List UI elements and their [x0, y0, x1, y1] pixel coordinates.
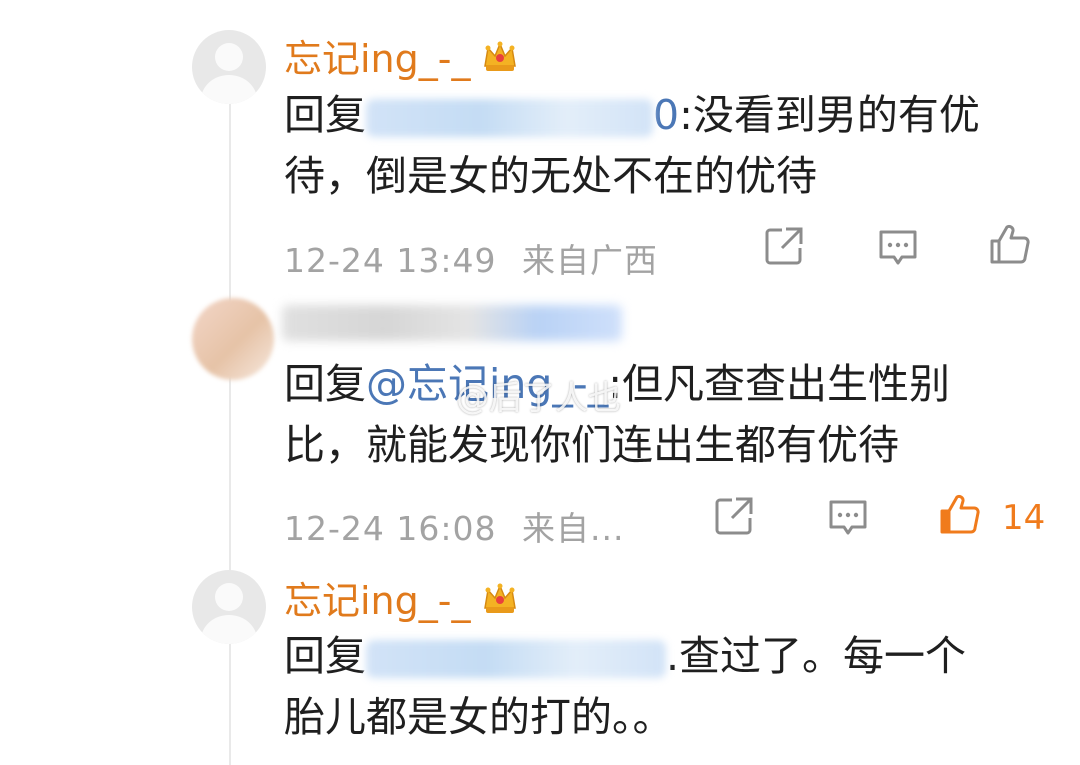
comment-header: 忘记ing_-_ — [284, 28, 520, 83]
reply-mention[interactable]: 0 — [653, 91, 679, 139]
username[interactable]: 忘记ing_-_ — [284, 28, 470, 83]
timestamp: 12-24 16:08 — [284, 509, 497, 548]
comment-line: 回复 .查过了。每一个 — [284, 626, 966, 687]
location: 来自... — [521, 509, 625, 548]
avatar-blurred[interactable] — [192, 298, 274, 380]
comment-meta: 12-24 13:49 来自广西 — [284, 234, 658, 282]
comment-text: 回复 .查过了。每一个 胎儿都是女的打的。。 — [284, 626, 966, 748]
avatar[interactable] — [192, 30, 266, 104]
comment-header: 忘记ing_-_ — [284, 570, 520, 625]
comment-text-line1: :但凡查查出生性别 — [608, 360, 951, 408]
comment-text-line2: 比，就能发现你们连出生都有优待 — [284, 421, 899, 469]
avatar[interactable] — [192, 570, 266, 644]
comment-text-line1: .查过了。每一个 — [666, 632, 967, 680]
comment-icon[interactable] — [876, 226, 920, 270]
location: 来自广西 — [521, 241, 658, 280]
reply-prefix: 回复 — [284, 360, 366, 408]
blurred-mention[interactable] — [366, 99, 653, 137]
thumb-up-icon[interactable] — [988, 222, 1032, 266]
comment-line: 回复 0:没看到男的有优 — [284, 85, 980, 146]
comment-text-line1: :没看到男的有优 — [679, 91, 980, 139]
timestamp: 12-24 13:49 — [284, 241, 497, 280]
comment-text-line2: 待，倒是女的无处不在的优待 — [284, 152, 817, 200]
share-icon[interactable] — [712, 494, 756, 538]
comment-text-line2: 胎儿都是女的打的。。 — [284, 693, 674, 741]
thumb-up-icon[interactable] — [938, 492, 982, 536]
like-count: 14 — [1002, 498, 1046, 538]
crown-badge-icon — [484, 583, 517, 613]
watermark: @后了人也 — [456, 378, 621, 417]
crown-badge-icon — [484, 41, 517, 71]
comment-text: 回复 0:没看到男的有优 待，倒是女的无处不在的优待 — [284, 85, 980, 207]
thread-line — [229, 100, 231, 765]
share-icon[interactable] — [762, 224, 806, 268]
reply-prefix: 回复 — [284, 632, 366, 680]
blurred-username[interactable] — [282, 305, 622, 341]
blurred-mention[interactable] — [366, 640, 666, 678]
username[interactable]: 忘记ing_-_ — [284, 570, 470, 625]
comment-icon[interactable] — [826, 496, 870, 540]
comment-meta: 12-24 16:08 来自... — [284, 502, 624, 550]
reply-prefix: 回复 — [284, 91, 366, 139]
